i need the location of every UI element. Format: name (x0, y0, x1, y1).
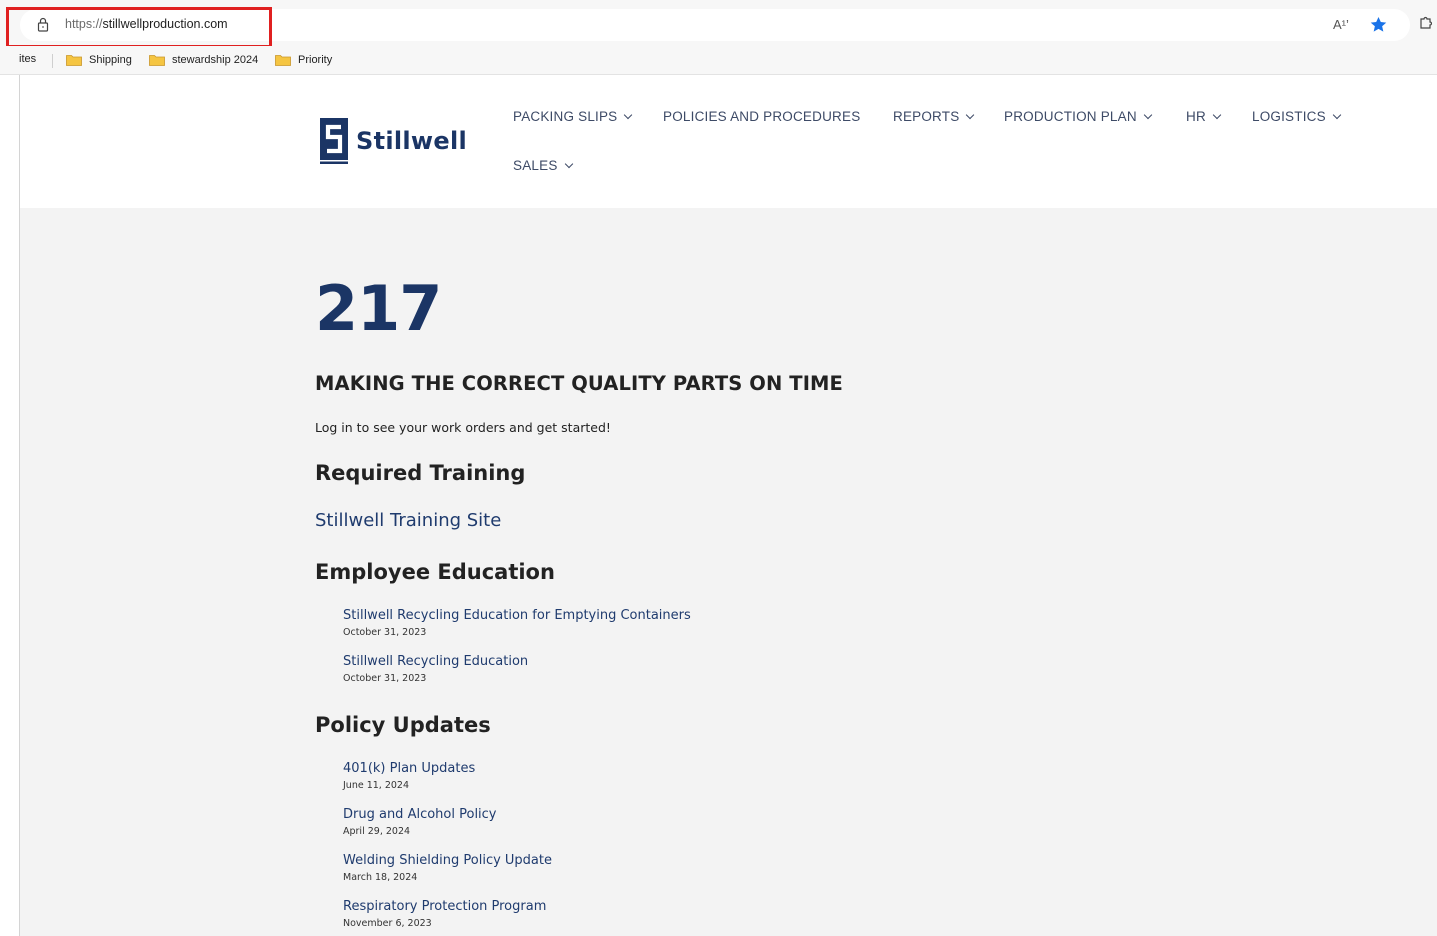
nav-label: POLICIES AND PROCEDURES (663, 109, 861, 124)
employee-education-heading: Employee Education (315, 560, 555, 584)
page-title-number: 217 (315, 272, 442, 345)
nav-reports[interactable]: REPORTS (893, 109, 975, 124)
nav-label: PRODUCTION PLAN (1004, 109, 1137, 124)
main-content (20, 208, 1437, 936)
logo-mark-icon (320, 118, 348, 164)
post-link[interactable]: Drug and Alcohol Policy (343, 806, 497, 824)
nav-hr[interactable]: HR (1186, 109, 1222, 124)
list-item: Drug and Alcohol Policy April 29, 2024 (343, 806, 497, 839)
url-highlight-box (6, 7, 272, 48)
bookmark-folder-shipping[interactable]: Shipping (66, 51, 132, 69)
list-item: Stillwell Recycling Education for Emptyi… (343, 607, 691, 640)
nav-label: REPORTS (893, 109, 960, 124)
chevron-down-icon (624, 110, 633, 119)
chevron-down-icon (966, 110, 975, 119)
bookmark-favorites-truncated[interactable]: ites (19, 53, 36, 65)
extensions-icon[interactable] (1418, 16, 1432, 32)
post-link[interactable]: Respiratory Protection Program (343, 898, 546, 916)
policy-updates-heading: Policy Updates (315, 713, 491, 737)
site-logo[interactable]: Stillwell (320, 118, 467, 164)
post-link[interactable]: Stillwell Recycling Education (343, 653, 528, 671)
nav-label: PACKING SLIPS (513, 109, 618, 124)
site-header (20, 75, 1437, 208)
nav-logistics[interactable]: LOGISTICS (1252, 109, 1342, 124)
bookmarks-bar: ites Shipping stewardship 2024 Priority (0, 46, 1437, 75)
bookmark-label: Shipping (89, 54, 132, 66)
chevron-down-icon (564, 159, 573, 168)
post-date: October 31, 2023 (343, 627, 427, 638)
post-date: October 31, 2023 (343, 673, 427, 684)
bookmark-label: Priority (298, 54, 333, 66)
nav-policies-and-procedures[interactable]: POLICIES AND PROCEDURES (663, 109, 860, 124)
tagline-heading: MAKING THE CORRECT QUALITY PARTS ON TIME (315, 372, 843, 395)
folder-icon (149, 55, 165, 66)
post-date: April 29, 2024 (343, 826, 411, 837)
chevron-down-icon (1143, 110, 1153, 119)
read-aloud-icon[interactable]: A¹’ (1333, 17, 1349, 32)
chevron-down-icon (1212, 110, 1222, 119)
post-link[interactable]: Stillwell Recycling Education for Emptyi… (343, 607, 691, 625)
nav-sales[interactable]: SALES (513, 158, 573, 173)
bookmark-separator (52, 54, 53, 68)
list-item: 401(k) Plan Updates June 11, 2024 (343, 760, 475, 793)
chevron-down-icon (1332, 110, 1342, 119)
nav-label: LOGISTICS (1252, 109, 1326, 124)
login-prompt: Log in to see your work orders and get s… (315, 420, 611, 435)
training-site-link[interactable]: Stillwell Training Site (315, 510, 501, 531)
nav-label: SALES (513, 158, 558, 173)
post-date: November 6, 2023 (343, 918, 432, 929)
nav-production-plan[interactable]: PRODUCTION PLAN (1004, 109, 1153, 124)
bookmark-folder-stewardship[interactable]: stewardship 2024 (149, 51, 258, 69)
post-link[interactable]: Welding Shielding Policy Update (343, 852, 552, 870)
bookmark-folder-priority[interactable]: Priority (275, 51, 332, 69)
required-training-heading: Required Training (315, 461, 526, 485)
list-item: Stillwell Recycling Education October 31… (343, 653, 528, 686)
list-item: Respiratory Protection Program November … (343, 898, 546, 931)
logo-text: Stillwell (356, 127, 468, 155)
post-date: March 18, 2024 (343, 872, 418, 883)
nav-label: HR (1186, 109, 1206, 124)
post-date: June 11, 2024 (343, 780, 410, 791)
list-item: Welding Shielding Policy Update March 18… (343, 852, 552, 885)
bookmark-label: stewardship 2024 (172, 54, 259, 66)
folder-icon (275, 55, 291, 66)
post-link[interactable]: 401(k) Plan Updates (343, 760, 475, 778)
favorite-star-icon[interactable] (1369, 15, 1388, 34)
nav-packing-slips[interactable]: PACKING SLIPS (513, 109, 633, 124)
folder-icon (66, 55, 82, 66)
